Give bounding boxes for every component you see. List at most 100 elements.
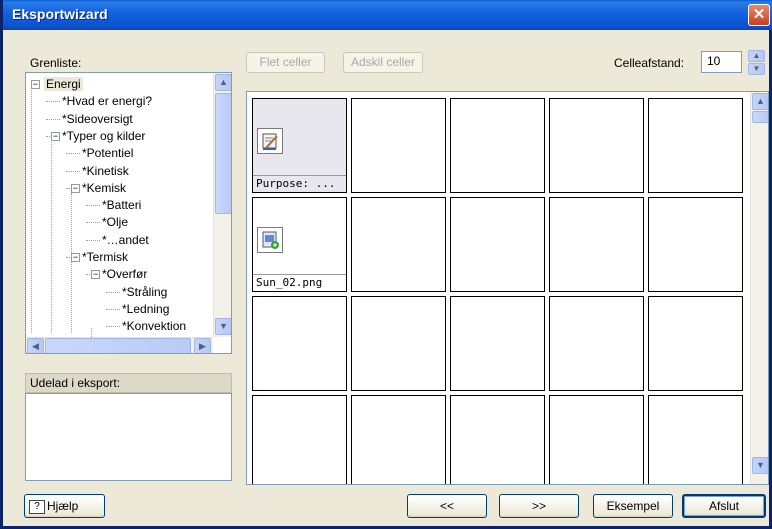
example-button[interactable]: Eksempel <box>593 494 673 518</box>
help-button[interactable]: ? Hjælp <box>24 494 105 518</box>
tree-guide <box>71 193 72 333</box>
tree-connector <box>86 205 100 207</box>
title-bar: Eksportwizard ✕ <box>3 0 772 30</box>
image-file-icon <box>257 227 283 253</box>
collapse-toggle-icon[interactable]: − <box>31 80 40 89</box>
grid-vertical-scrollbar[interactable]: ▲ ▼ <box>750 92 768 484</box>
back-button[interactable]: << <box>407 494 487 518</box>
grid-cell[interactable] <box>648 98 743 193</box>
grid-cell[interactable] <box>549 296 644 391</box>
tree-connector <box>66 170 80 172</box>
cell-spacing-input[interactable]: 10 <box>701 51 742 73</box>
tree-item-label: *Ledning <box>122 301 170 316</box>
cell-caption: Sun_02.png <box>253 274 346 291</box>
tree-item-label: *Kinetisk <box>82 163 129 178</box>
grid-cell[interactable] <box>549 395 644 484</box>
tree-item[interactable]: *Batteri <box>102 197 141 214</box>
export-wizard-window: Eksportwizard ✕ Grenliste: − Energi *Hvad … <box>0 0 772 529</box>
grid-cell[interactable] <box>351 98 446 193</box>
collapse-toggle-icon[interactable]: − <box>51 131 60 141</box>
tree-item-label: *Stråling <box>122 284 168 299</box>
grid-cell[interactable] <box>549 197 644 292</box>
tree-connector <box>86 239 100 241</box>
merge-cells-button[interactable]: Flet celler <box>246 52 325 73</box>
tree-vscroll-thumb[interactable] <box>215 93 231 214</box>
grid-cell[interactable] <box>450 197 545 292</box>
grid-cell[interactable] <box>252 395 347 484</box>
cell-grid-area[interactable]: Purpose: ... Sun_02.png ▲ ▼ <box>246 91 769 485</box>
tree-connector <box>66 153 80 155</box>
spin-up-icon[interactable]: ▲ <box>748 50 765 62</box>
tree-item-label: *Konvektion <box>122 319 187 334</box>
help-label: Hjælp <box>47 499 79 513</box>
tree-vertical-scrollbar[interactable]: ▲ ▼ <box>213 73 231 337</box>
grid-scroll-down-icon[interactable]: ▼ <box>752 457 768 474</box>
tree-guide <box>31 83 32 333</box>
grid-cell[interactable] <box>351 296 446 391</box>
tree-item[interactable]: *Kinetisk <box>82 163 129 180</box>
grid-cell[interactable] <box>450 296 545 391</box>
grid-cell[interactable]: Sun_02.png <box>252 197 347 292</box>
scroll-up-icon[interactable]: ▲ <box>215 74 231 91</box>
tree-item[interactable]: *Ledning <box>122 301 169 318</box>
exclude-list[interactable] <box>25 393 232 481</box>
tree-item[interactable]: *Stråling <box>122 284 167 301</box>
tree-horizontal-scrollbar[interactable]: ◀ ▶ <box>26 337 213 353</box>
tree-item-label: Energi <box>44 77 83 91</box>
tree-item[interactable]: *Termisk <box>82 249 128 266</box>
grid-cell[interactable]: Purpose: ... <box>252 98 347 193</box>
grid-cell[interactable] <box>450 98 545 193</box>
window-title: Eksportwizard <box>12 6 108 22</box>
grid-vscroll-thumb[interactable] <box>752 111 768 123</box>
tree-item[interactable]: *Potentiel <box>82 145 133 162</box>
tree-item[interactable]: *Konvektion <box>122 318 186 335</box>
close-button[interactable]: ✕ <box>748 4 770 26</box>
cell-spacing-spinner[interactable]: ▲ ▼ <box>748 50 767 75</box>
cell-spacing-label: Celleafstand: <box>614 56 685 70</box>
grid-cell[interactable] <box>648 296 743 391</box>
split-cells-button[interactable]: Adskil celler <box>343 52 423 73</box>
scroll-left-icon[interactable]: ◀ <box>27 338 44 353</box>
collapse-toggle-icon[interactable]: − <box>71 253 80 262</box>
finish-button[interactable]: Afslut <box>682 494 766 518</box>
tree-item-label: *Overfør <box>102 267 148 282</box>
tree-item[interactable]: *Olje <box>102 214 128 231</box>
grid-cell[interactable] <box>549 98 644 193</box>
tree-item[interactable]: Energi <box>44 76 83 93</box>
grid-cell[interactable] <box>351 395 446 484</box>
tree-item-label: *Olje <box>102 215 129 230</box>
tree-item-label: *Typer og kilder <box>62 128 146 143</box>
tree-hscroll-thumb[interactable] <box>45 338 191 353</box>
tree-item[interactable]: *Typer og kilder <box>62 128 145 145</box>
scroll-right-icon[interactable]: ▶ <box>194 338 211 353</box>
grid-cell[interactable] <box>252 296 347 391</box>
tree-item[interactable]: *Overfør <box>102 266 147 283</box>
tree-item[interactable]: *Hvad er energi? <box>62 93 152 110</box>
tree-connector <box>106 308 120 310</box>
tree-item-label: *Sideoversigt <box>62 111 133 126</box>
tree-item-label: *Hvad er energi? <box>62 94 153 109</box>
tree-connector <box>106 326 120 328</box>
tree-item[interactable]: *Sideoversigt <box>62 111 133 128</box>
grid-cell[interactable] <box>351 197 446 292</box>
tree-item-label: *Potentiel <box>82 146 134 161</box>
grid-cell[interactable] <box>648 197 743 292</box>
tree-guide <box>51 133 52 333</box>
grid-scroll-up-icon[interactable]: ▲ <box>752 93 768 110</box>
note-pencil-icon <box>257 128 283 154</box>
collapse-toggle-icon[interactable]: − <box>71 183 80 193</box>
tree-connector <box>106 291 120 293</box>
collapse-toggle-icon[interactable]: − <box>91 270 100 280</box>
scroll-down-icon[interactable]: ▼ <box>215 318 231 335</box>
tree-item[interactable]: *Kemisk <box>82 180 126 197</box>
grid-cell[interactable] <box>648 395 743 484</box>
tree-item[interactable]: *…andet <box>102 232 149 249</box>
spin-down-icon[interactable]: ▼ <box>748 63 765 75</box>
next-button[interactable]: >> <box>499 494 579 518</box>
exclude-label: Udelad i eksport: <box>30 376 121 390</box>
exclude-header: Udelad i eksport: <box>25 373 232 393</box>
branch-tree[interactable]: − Energi *Hvad er energi? *Sideoversigt − *Ty… <box>25 72 232 354</box>
tree-label: Grenliste: <box>30 56 82 70</box>
grid-cell[interactable] <box>450 395 545 484</box>
tree-item-label: *Termisk <box>82 250 129 264</box>
